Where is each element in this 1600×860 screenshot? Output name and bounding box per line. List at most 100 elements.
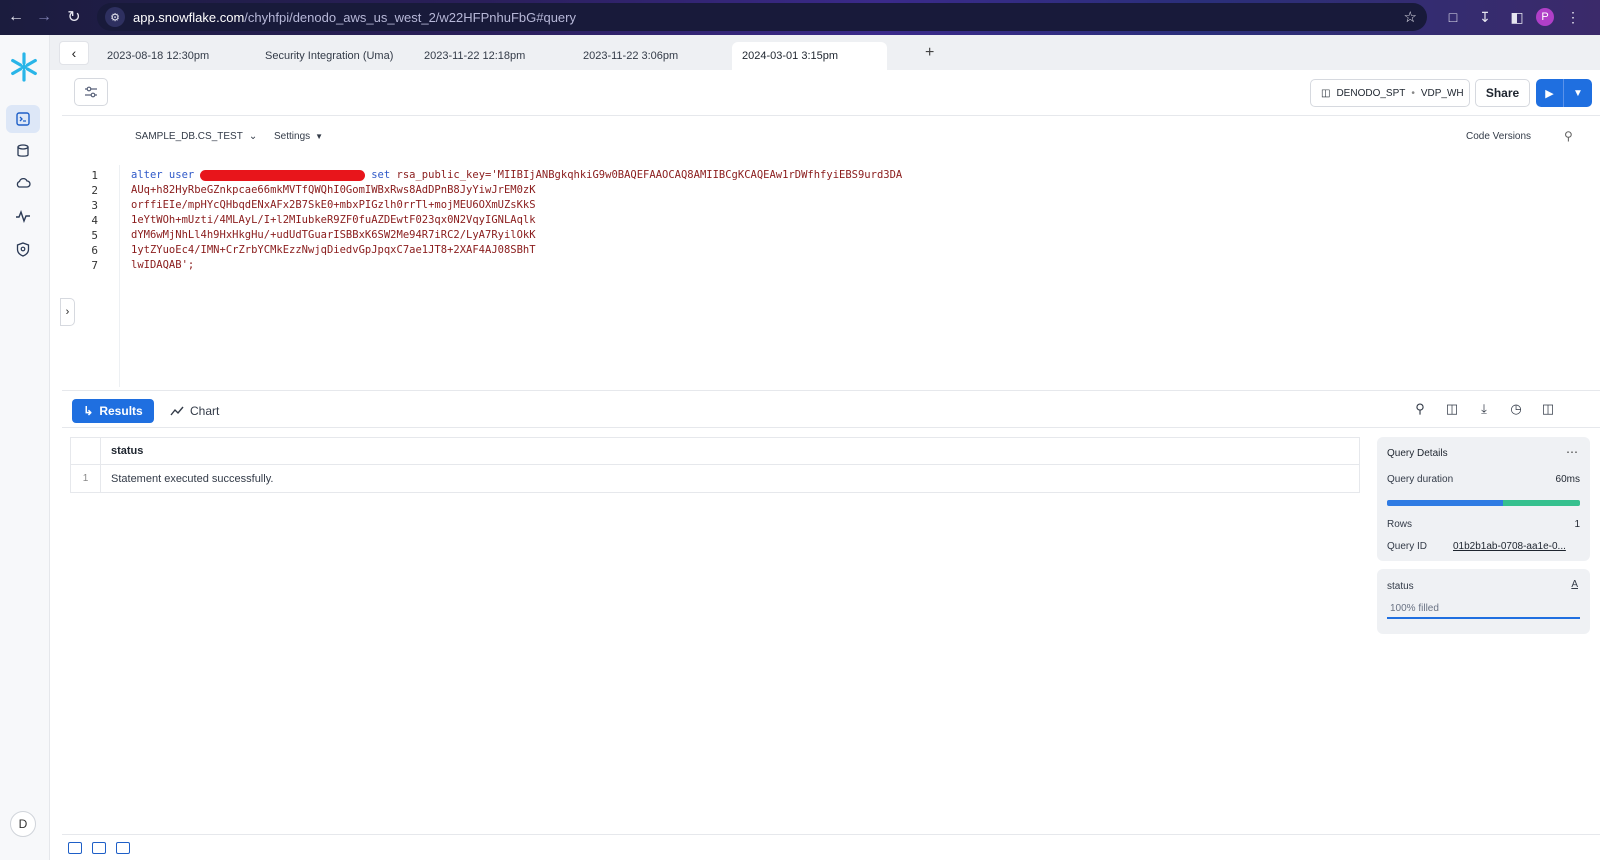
back-arrow-icon[interactable]: ←: [2, 3, 30, 31]
query-duration-bar: [1387, 500, 1580, 506]
results-tab-button[interactable]: ↳ Results: [72, 399, 154, 423]
tab-worksheet[interactable]: 2023-08-18 12:30pm: [97, 42, 209, 70]
sliders-icon: [85, 86, 97, 98]
address-bar[interactable]: ⚙ app.snowflake.com/chyhfpi/denodo_aws_u…: [97, 3, 1427, 31]
column-header-status[interactable]: status: [101, 445, 143, 457]
download-results-icon[interactable]: ⤓: [1474, 399, 1494, 419]
back-chevron-button[interactable]: ‹: [59, 41, 89, 65]
query-details-panel: Query Details ⋯ Query duration 60ms Rows…: [1377, 437, 1590, 561]
browser-toolbar: ← → ↻ ⚙ app.snowflake.com/chyhfpi/denodo…: [0, 0, 1600, 35]
side-panel-icon[interactable]: ◧: [1504, 4, 1530, 30]
run-options-chevron-icon[interactable]: ▼: [1564, 79, 1592, 107]
database-schema-label: SAMPLE_DB.CS_TEST: [135, 131, 243, 142]
settings-label: Settings: [274, 131, 311, 142]
code-line: dYM6wMjNhLl4h9HxHkgHu/+udUdTGuarISBBxK6S…: [131, 229, 536, 241]
browser-actions: □ ↧ ◧ P ⋮: [1440, 4, 1586, 30]
code-line: AUq+h82HyRbeGZnkpcae66mkMVTfQWQhI0GomIWB…: [131, 184, 536, 196]
more-options-icon[interactable]: ⋯: [1566, 445, 1578, 459]
sql-code-editor[interactable]: alter user set rsa_public_key='MIIBIjANBg…: [131, 168, 902, 273]
row-index-header: [71, 438, 101, 464]
status-cell[interactable]: Statement executed successfully.: [101, 473, 273, 485]
role-warehouse-selector[interactable]: ◫ DENODO_SPT • VDP_WH: [1310, 79, 1470, 107]
activity-monitoring-nav-icon[interactable]: [6, 202, 40, 230]
columns-icon[interactable]: ◫: [1442, 399, 1462, 419]
cloud-nav-icon[interactable]: [6, 169, 40, 197]
database-schema-selector[interactable]: SAMPLE_DB.CS_TEST ⌄: [135, 131, 257, 142]
download-icon[interactable]: ↧: [1472, 4, 1498, 30]
settings-dropdown[interactable]: Settings ▼: [274, 131, 323, 142]
code-line: 1eYtWOh+mUzti/4MLAyL/I+l2MIubkeR9ZF0fuAZ…: [131, 214, 536, 226]
results-tools: ⚲ ◫ ⤓ ◷ ◫: [1410, 399, 1558, 419]
line-number: 1: [91, 169, 98, 182]
chart-label: Chart: [190, 404, 220, 418]
results-table: status 1 Statement executed successfully…: [70, 437, 1360, 493]
worksheets-nav-icon[interactable]: [6, 105, 40, 133]
query-id-link[interactable]: 01b2b1ab-0708-aa1e-0...: [1453, 541, 1580, 552]
snowflake-logo-icon[interactable]: [8, 51, 40, 83]
column-status-panel: status A 100% filled: [1377, 569, 1590, 634]
filters-sliders-button[interactable]: [74, 78, 108, 106]
line-number: 7: [91, 259, 98, 272]
editor-header: SAMPLE_DB.CS_TEST ⌄ Settings ▼ Code Vers…: [62, 125, 1600, 155]
admin-shield-nav-icon[interactable]: [6, 235, 40, 263]
layout-left-panel-icon[interactable]: [68, 841, 82, 854]
rows-label: Rows: [1387, 519, 1413, 530]
keyword-set: set: [371, 169, 391, 181]
duration-segment-execute: [1502, 500, 1580, 506]
tab-worksheet[interactable]: 2023-11-22 12:18pm: [414, 42, 525, 70]
chevron-down-icon: ⌄: [248, 131, 258, 142]
redacted-username: [200, 169, 366, 181]
query-id-label: Query ID: [1387, 541, 1428, 552]
code-line: orffiEIe/mpHYcQHbqdENxAFx2B7SkE0+mbxPIGz…: [131, 199, 536, 211]
worksheet-tab-bar: ‹ 2023-08-18 12:30pm Security Integratio…: [50, 35, 1600, 70]
table-row[interactable]: 1 Statement executed successfully.: [71, 465, 1359, 492]
layout-top-panel-icon[interactable]: [92, 841, 106, 854]
extensions-icon[interactable]: □: [1440, 4, 1466, 30]
search-results-icon[interactable]: ⚲: [1410, 399, 1430, 419]
bookmark-star-icon[interactable]: ☆: [1404, 8, 1417, 26]
query-duration-label: Query duration: [1387, 474, 1454, 485]
separator-dot: •: [1411, 87, 1415, 99]
run-play-icon[interactable]: ▶: [1536, 79, 1564, 107]
code-line: 1ytZYuoEc4/IMN+CrZrbYCMkEzzNwjqDiedvGpJp…: [131, 244, 536, 256]
url-path: /chyhfpi/denodo_aws_us_west_2/w22HFPnhuF…: [244, 9, 576, 25]
browser-menu-icon[interactable]: ⋮: [1560, 4, 1586, 30]
layout-bottom-panel-icon[interactable]: [116, 841, 130, 854]
line-number: 2: [91, 184, 98, 197]
tab-worksheet[interactable]: 2023-11-22 3:06pm: [573, 42, 678, 70]
query-history-clock-icon[interactable]: ◷: [1506, 399, 1526, 419]
site-settings-icon[interactable]: ⚙: [105, 7, 125, 27]
chart-line-icon: [170, 406, 184, 416]
data-database-nav-icon[interactable]: [6, 137, 40, 165]
column-name: status: [1387, 581, 1414, 592]
expand-sidebar-chevron-icon[interactable]: ›: [60, 298, 75, 326]
add-tab-plus-icon[interactable]: +: [925, 44, 934, 62]
tab-worksheet[interactable]: Security Integration (Uma): [255, 42, 393, 70]
left-navigation-rail: D: [0, 35, 50, 860]
forward-arrow-icon[interactable]: →: [30, 3, 58, 31]
share-button[interactable]: Share: [1475, 79, 1530, 107]
code-line: lwIDAQAB';: [131, 259, 195, 271]
line-number: 5: [91, 229, 98, 242]
run-button-group: ▶ ▼: [1536, 79, 1592, 107]
editor-search-icon[interactable]: ⚲: [1564, 129, 1573, 143]
table-header-row: status: [71, 438, 1359, 465]
query-duration-value: 60ms: [1555, 474, 1580, 485]
profile-avatar[interactable]: P: [1536, 8, 1554, 26]
tab-worksheet-active[interactable]: 2024-03-01 3:15pm: [732, 42, 887, 70]
reload-icon[interactable]: ↻: [60, 3, 88, 31]
results-label: Results: [99, 404, 143, 418]
rows-value: 1: [1574, 519, 1580, 530]
worksheet-toolbar: ◫ DENODO_SPT • VDP_WH Share ▶ ▼: [62, 70, 1600, 116]
caret-down-icon: ▼: [315, 132, 324, 141]
url-host: app.snowflake.com: [133, 9, 245, 25]
query-details-title: Query Details: [1387, 448, 1448, 459]
line-number: 3: [91, 199, 98, 212]
user-avatar[interactable]: D: [10, 811, 36, 837]
toggle-panel-icon[interactable]: ◫: [1538, 399, 1558, 419]
line-number: 6: [91, 244, 98, 257]
chart-tab-button[interactable]: Chart: [170, 399, 219, 423]
duration-segment-compile: [1387, 500, 1503, 506]
code-versions-button[interactable]: Code Versions: [1466, 131, 1531, 142]
results-arrow-icon: ↳: [83, 404, 94, 418]
